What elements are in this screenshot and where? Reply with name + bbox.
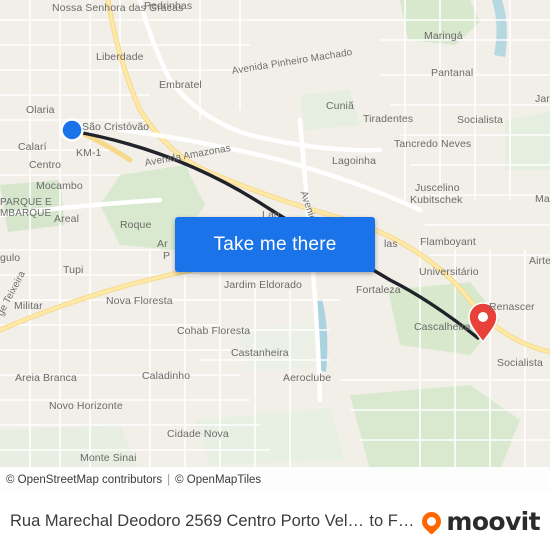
map-place-label: Flamboyant <box>420 236 476 248</box>
map-place-label: KM-1 <box>76 147 102 159</box>
destination-text: to F… <box>369 512 414 531</box>
map-place-label: Fortaleza <box>356 284 401 296</box>
map-place-label: Universitário <box>419 266 479 278</box>
map-place-label: Nova Floresta <box>106 295 173 307</box>
attribution-tiles[interactable]: © OpenMapTiles <box>175 474 261 486</box>
map-place-label: Airte <box>529 255 550 267</box>
map-place-label: Calarí <box>18 141 47 153</box>
map-place-label: Olaria <box>26 104 55 116</box>
map-place-label: PARQUE E <box>0 197 52 208</box>
moovit-wordmark: moovit <box>446 506 540 536</box>
attribution-bar: © OpenStreetMap contributors | © OpenMap… <box>0 467 550 492</box>
map-place-label: Novo Horizonte <box>49 400 123 412</box>
map-place-label: Cuniã <box>326 100 354 112</box>
map-canvas[interactable]: Nossa Senhora das Gracas Pedrinhas Maringá… <box>0 0 550 492</box>
map-place-label: São Cristóvão <box>82 121 150 133</box>
footer-bar: Rua Marechal Deodoro 2569 Centro Porto V… <box>0 492 550 550</box>
map-place-label: Aeroclube <box>283 372 332 384</box>
map-place-label: Jardim Eldorado <box>224 279 302 291</box>
map-place-label: Cidade Nova <box>167 428 229 440</box>
map-place-label: Embratel <box>159 79 202 91</box>
moovit-pin-icon <box>418 507 446 535</box>
map-place-label: Militar <box>14 300 43 312</box>
map-place-label: Centro <box>29 159 62 171</box>
map-place-label: MBARQUE <box>0 208 52 219</box>
map-place-label: Cascalheira <box>414 321 471 333</box>
map-place-label: P <box>163 250 171 262</box>
attribution-separator: | <box>167 473 171 486</box>
map-place-label: Renascer <box>489 301 535 313</box>
map-place-label: Ma <box>535 193 550 205</box>
map-place-label: Caladinho <box>142 370 191 382</box>
to-word: to <box>369 511 384 530</box>
map-place-label: Maringá <box>424 30 463 42</box>
map-screen: Nossa Senhora das Gracas Pedrinhas Maringá… <box>0 0 550 550</box>
map-place-label: Socialista <box>457 114 503 126</box>
origin-address-text: Rua Marechal Deodoro 2569 Centro Porto V… <box>10 511 365 530</box>
map-place-label: Juscelino <box>415 182 460 194</box>
map-place-label: Castanheira <box>231 347 289 359</box>
origin-dot <box>60 118 84 142</box>
map-place-label: Pantanal <box>431 67 474 79</box>
map-place-label: Tiradentes <box>363 113 414 125</box>
map-place-label: Tupi <box>63 264 84 276</box>
map-place-label: Mocambo <box>36 180 83 192</box>
destination-short: F… <box>387 511 415 530</box>
map-place-label: Monte Sinai <box>80 452 137 464</box>
take-me-there-button[interactable]: Take me there <box>175 217 375 272</box>
map-place-label: Pedrinhas <box>144 0 193 12</box>
map-place-label: Liberdade <box>96 51 144 63</box>
map-place-label: Socialista <box>497 357 543 369</box>
map-place-label: Cohab Floresta <box>177 325 251 337</box>
attribution-osm[interactable]: © OpenStreetMap contributors <box>6 474 162 486</box>
map-place-label: Areia Branca <box>15 372 77 384</box>
map-place-label: gulo <box>0 252 21 264</box>
map-place-label: Tancredo Neves <box>394 138 472 150</box>
map-place-label: Ar <box>157 238 168 250</box>
moovit-logo[interactable]: moovit <box>418 506 541 536</box>
map-place-label: las <box>384 238 398 250</box>
map-place-label: Kubitschek <box>410 194 463 206</box>
map-place-label: Jar <box>535 93 550 105</box>
map-place-label: Lagoinha <box>332 155 377 167</box>
map-place-label: Areal <box>54 213 80 225</box>
map-place-label: Roque <box>120 219 152 231</box>
